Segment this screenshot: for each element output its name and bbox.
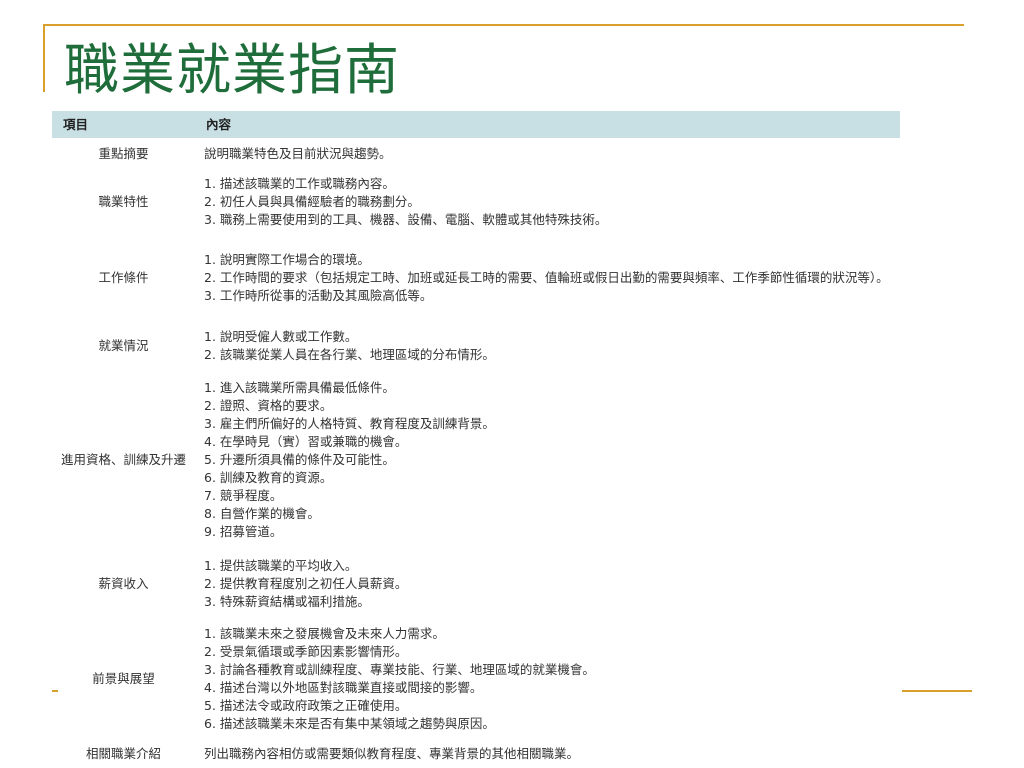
row-content: 1. 說明受僱人數或工作數。 2. 該職業從業人員在各行業、地理區域的分布情形。 <box>195 322 900 370</box>
row-item-label: 相關職業介紹 <box>85 745 161 761</box>
content-line: 4. 在學時見（實）習或兼職的機會。 <box>204 434 408 449</box>
table-header: 項目 內容 <box>52 111 900 138</box>
content-line: 1. 描述該職業的工作或職務內容。 <box>204 176 395 191</box>
table-header-row: 項目 內容 <box>52 111 900 138</box>
content-line: 2. 提供教育程度別之初任人員薪資。 <box>204 576 408 591</box>
table-row: 相關職業介紹 列出職務內容相仿或需要類似教育程度、專業背景的其他相關職業。 <box>52 740 900 767</box>
header-item: 項目 <box>52 111 195 138</box>
table-row: 就業情況 1. 說明受僱人數或工作數。 2. 該職業從業人員在各行業、地理區域的… <box>52 322 900 370</box>
content-line: 2. 初任人員與具備經驗者的職務劃分。 <box>204 194 420 209</box>
table-body: 重點摘要 說明職業特色及目前狀況與趨勢。 職業特性 1. 描述該職業的工作或職務… <box>52 138 900 767</box>
content-line: 4. 描述台灣以外地區對該職業直接或間接的影響。 <box>204 680 483 695</box>
content-line: 列出職務內容相仿或需要類似教育程度、專業背景的其他相關職業。 <box>204 745 580 761</box>
content-line: 1. 說明受僱人數或工作數。 <box>204 329 358 344</box>
row-content: 1. 提供該職業的平均收入。 2. 提供教育程度別之初任人員薪資。 3. 特殊薪… <box>195 550 900 618</box>
content-line: 8. 自營作業的機會。 <box>204 506 320 521</box>
row-item-label: 進用資格、訓練及升遷 <box>60 452 186 467</box>
row-content: 列出職務內容相仿或需要類似教育程度、專業背景的其他相關職業。 <box>195 740 900 767</box>
top-accent-rule <box>43 24 964 26</box>
table-row: 薪資收入 1. 提供該職業的平均收入。 2. 提供教育程度別之初任人員薪資。 3… <box>52 550 900 618</box>
content-line: 5. 描述法令或政府政策之正確使用。 <box>204 698 408 713</box>
row-content: 1. 進入該職業所需具備最低條件。 2. 證照、資格的要求。 3. 雇主們所偏好… <box>195 370 900 550</box>
row-content: 1. 該職業未來之發展機會及未來人力需求。 2. 受景氣循環或季節因素影響情形。… <box>195 618 900 740</box>
content-line: 1. 說明實際工作場合的環境。 <box>204 252 370 267</box>
content-line: 說明職業特色及目前狀況與趨勢。 <box>204 146 392 161</box>
content-line: 3. 工作時所從事的活動及其風險高低等。 <box>204 288 433 303</box>
career-guide-table: 項目 內容 重點摘要 說明職業特色及目前狀況與趨勢。 職業特性 1. 描述該職業… <box>52 111 900 767</box>
content-line: 6. 描述該職業未來是否有集中某領域之趨勢與原因。 <box>204 716 495 731</box>
row-content: 1. 描述該職業的工作或職務內容。 2. 初任人員與具備經驗者的職務劃分。 3.… <box>195 170 900 234</box>
content-line: 5. 升遷所須具備的條件及可能性。 <box>204 452 395 467</box>
content-line: 7. 競爭程度。 <box>204 488 283 503</box>
content-line: 6. 訓練及教育的資源。 <box>204 470 333 485</box>
left-accent-rule <box>43 24 45 92</box>
slide-title: 職業就業指南 <box>64 38 401 102</box>
table-row: 進用資格、訓練及升遷 1. 進入該職業所需具備最低條件。 2. 證照、資格的要求… <box>52 370 900 550</box>
bottom-accent-rule-right <box>902 690 972 692</box>
header-content: 內容 <box>195 111 900 138</box>
content-line: 3. 雇主們所偏好的人格特質、教育程度及訓練背景。 <box>204 416 495 431</box>
row-item-label: 薪資收入 <box>98 576 149 591</box>
content-line: 2. 工作時間的要求（包括規定工時、加班或延長工時的需要、值輪班或假日出勤的需要… <box>204 270 889 285</box>
table-row: 工作條件 1. 說明實際工作場合的環境。 2. 工作時間的要求（包括規定工時、加… <box>52 234 900 322</box>
row-item-label: 就業情況 <box>98 338 149 353</box>
content-line: 3. 職務上需要使用到的工具、機器、設備、電腦、軟體或其他特殊技術。 <box>204 212 608 227</box>
content-line: 2. 證照、資格的要求。 <box>204 398 333 413</box>
row-item-label: 前景與展望 <box>92 671 155 686</box>
content-line: 9. 招募管道。 <box>204 524 283 539</box>
table-row: 職業特性 1. 描述該職業的工作或職務內容。 2. 初任人員與具備經驗者的職務劃… <box>52 170 900 234</box>
content-line: 1. 該職業未來之發展機會及未來人力需求。 <box>204 626 445 641</box>
content-line: 2. 該職業從業人員在各行業、地理區域的分布情形。 <box>204 347 495 362</box>
row-content: 1. 說明實際工作場合的環境。 2. 工作時間的要求（包括規定工時、加班或延長工… <box>195 234 900 322</box>
row-item-label: 工作條件 <box>98 270 149 285</box>
row-content: 說明職業特色及目前狀況與趨勢。 <box>195 138 900 170</box>
table-row: 前景與展望 1. 該職業未來之發展機會及未來人力需求。 2. 受景氣循環或季節因… <box>52 618 900 740</box>
row-item-label: 重點摘要 <box>98 146 149 161</box>
table-row: 重點摘要 說明職業特色及目前狀況與趨勢。 <box>52 138 900 170</box>
content-line: 3. 討論各種教育或訓練程度、專業技能、行業、地理區域的就業機會。 <box>204 662 595 677</box>
row-item-label: 職業特性 <box>98 194 149 209</box>
content-line: 1. 提供該職業的平均收入。 <box>204 558 358 573</box>
content-line: 3. 特殊薪資結構或福利措施。 <box>204 594 370 609</box>
content-line: 1. 進入該職業所需具備最低條件。 <box>204 380 395 395</box>
content-line: 2. 受景氣循環或季節因素影響情形。 <box>204 644 408 659</box>
